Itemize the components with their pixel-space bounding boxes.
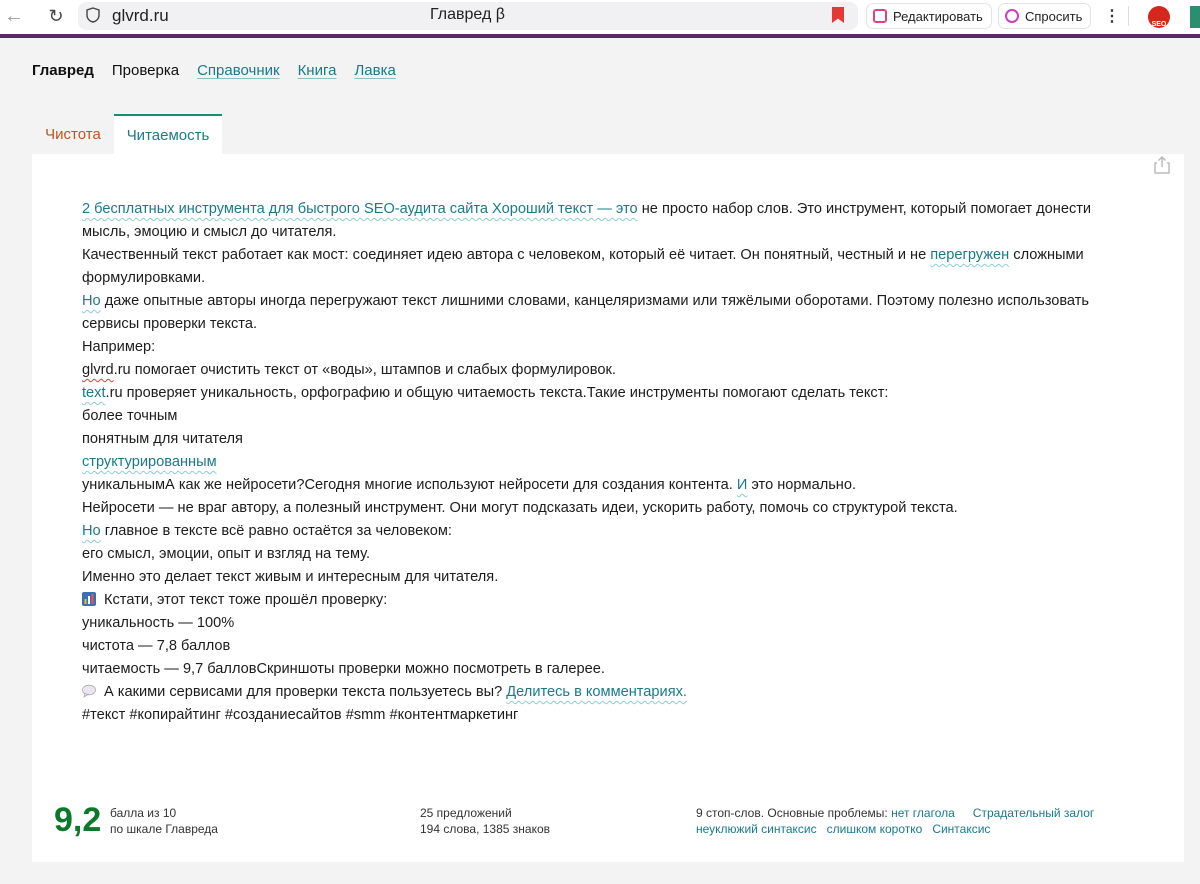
- url-text[interactable]: glvrd.ru: [112, 6, 169, 26]
- score-caption-line: балла из 10: [110, 806, 177, 820]
- text-line: Но даже опытные авторы иногда перегружаю…: [82, 290, 1142, 336]
- text-line: читаемость — 9,7 балловСкриншоты проверк…: [82, 661, 605, 677]
- ask-button[interactable]: Спросить: [998, 3, 1092, 29]
- text-fragment: уникальнымА как же нейросети?Сегодня мно…: [82, 477, 737, 493]
- problem-link[interactable]: Синтаксис: [932, 822, 990, 836]
- text-line: более точным: [82, 408, 178, 424]
- edit-icon: [873, 9, 887, 23]
- problem-link[interactable]: нет глагола: [891, 806, 955, 820]
- text-line: 2 бесплатных инструмента для быстрого SE…: [82, 198, 1142, 244]
- text-line: Нейросети — не враг автору, а полезный и…: [82, 500, 958, 516]
- reload-icon[interactable]: ↻: [44, 4, 68, 28]
- text-line: уникальнымА как же нейросети?Сегодня мно…: [82, 474, 1142, 497]
- ask-button-label: Спросить: [1025, 8, 1083, 24]
- text-line: Качественный текст работает как мост: со…: [82, 244, 1142, 290]
- problem-link[interactable]: слишком коротко: [827, 822, 923, 836]
- text-fragment: А какими сервисами для проверки текста п…: [104, 684, 507, 700]
- text-fragment: это нормально.: [747, 477, 857, 493]
- text-fragment: главное в тексте всё равно остаётся за ч…: [100, 523, 452, 539]
- edit-button[interactable]: Редактировать: [866, 3, 992, 29]
- seo-extension-icon[interactable]: SEO: [1148, 6, 1170, 28]
- text-fragment: даже опытные авторы иногда перегружают т…: [82, 293, 1090, 332]
- text-editor[interactable]: 2 бесплатных инструмента для быстрого SE…: [82, 198, 1142, 727]
- text-fragment: Кстати, этот текст тоже прошёл проверку:: [104, 592, 388, 608]
- spelling-error[interactable]: glvrd: [82, 362, 114, 378]
- stop-words-count: 9 стоп-слов. Основные проблемы:: [696, 806, 892, 820]
- extension-icon[interactable]: [1190, 6, 1200, 28]
- text-line: А какими сервисами для проверки текста п…: [82, 681, 1142, 704]
- shield-icon: [86, 7, 100, 23]
- text-line: Например:: [82, 339, 156, 355]
- highlighted-fragment[interactable]: Но: [82, 293, 101, 309]
- text-stats: 25 предложений 194 слова, 1385 знаков: [420, 805, 550, 837]
- back-arrow-icon[interactable]: ←: [2, 4, 26, 28]
- highlighted-fragment[interactable]: структурированным: [82, 454, 217, 470]
- highlighted-fragment[interactable]: И: [737, 477, 748, 493]
- text-line: структурированным: [82, 451, 1142, 474]
- highlighted-fragment[interactable]: 2 бесплатных инструмента для быстрого SE…: [82, 201, 638, 217]
- text-fragment: Качественный текст работает как мост: со…: [82, 247, 931, 263]
- problem-link[interactable]: неуклюжий синтаксис: [696, 822, 817, 836]
- nav-book[interactable]: Книга: [298, 62, 337, 79]
- nav-shop[interactable]: Лавка: [354, 62, 395, 79]
- page-title: Главред β: [430, 6, 505, 23]
- score-caption-line: по шкале Главреда: [110, 822, 218, 836]
- browser-toolbar: ← ↻ glvrd.ru Главред β Редактировать Спр…: [0, 0, 1200, 38]
- text-line: Кстати, этот текст тоже прошёл проверку:: [82, 589, 1142, 612]
- share-icon[interactable]: [1154, 156, 1170, 174]
- brand-link[interactable]: Главред: [32, 62, 94, 79]
- text-line: Именно это делает текст живым и интересн…: [82, 569, 499, 585]
- text-line: #текст #копирайтинг #созданиесайтов #smm…: [82, 707, 519, 723]
- editor-panel: 2 бесплатных инструмента для быстрого SE…: [32, 154, 1184, 862]
- seo-extension-label: SEO: [1151, 21, 1167, 28]
- toolbar-divider: [1128, 6, 1129, 26]
- speech-bubble-icon: [82, 684, 96, 698]
- edit-button-label: Редактировать: [893, 8, 983, 24]
- highlighted-fragment[interactable]: Но: [82, 523, 101, 539]
- tab-clean[interactable]: Чистота: [32, 114, 114, 154]
- text-line: понятным для читателя: [82, 431, 243, 447]
- word-count: 194 слова, 1385 знаков: [420, 822, 551, 836]
- nav-reference[interactable]: Справочник: [197, 62, 280, 79]
- ask-icon: [1005, 9, 1019, 23]
- text-fragment: .ru проверяет уникальность, орфографию и…: [105, 385, 889, 401]
- nav-check[interactable]: Проверка: [112, 62, 179, 79]
- text-line: glvrd.ru помогает очистить текст от «вод…: [82, 359, 1142, 382]
- score-caption: балла из 10 по шкале Главреда: [110, 805, 218, 837]
- tab-readability[interactable]: Читаемость: [114, 114, 222, 154]
- score-value: 9,2: [54, 801, 102, 839]
- text-line: уникальность — 100%: [82, 615, 235, 631]
- sentence-count: 25 предложений: [420, 806, 512, 820]
- highlighted-fragment[interactable]: перегружен: [930, 247, 1009, 263]
- problems-summary: 9 стоп-слов. Основные проблемы: нет глаг…: [696, 805, 1116, 837]
- site-nav: Главред Проверка Справочник Книга Лавка: [32, 62, 414, 79]
- chart-emoji-icon: [82, 592, 96, 606]
- text-line: его смысл, эмоции, опыт и взгляд на тему…: [82, 546, 371, 562]
- highlighted-fragment[interactable]: text: [82, 385, 106, 401]
- text-line: чистота — 7,8 баллов: [82, 638, 231, 654]
- more-menu-icon[interactable]: ⋮: [1104, 6, 1120, 26]
- highlighted-fragment[interactable]: Делитесь в комментариях.: [506, 684, 687, 700]
- problem-link[interactable]: Страдательный залог: [973, 806, 1094, 820]
- text-line: text.ru проверяет уникальность, орфограф…: [82, 382, 1142, 405]
- text-line: Но главное в тексте всё равно остаётся з…: [82, 520, 1142, 543]
- text-fragment: .ru помогает очистить текст от «воды», ш…: [113, 362, 616, 378]
